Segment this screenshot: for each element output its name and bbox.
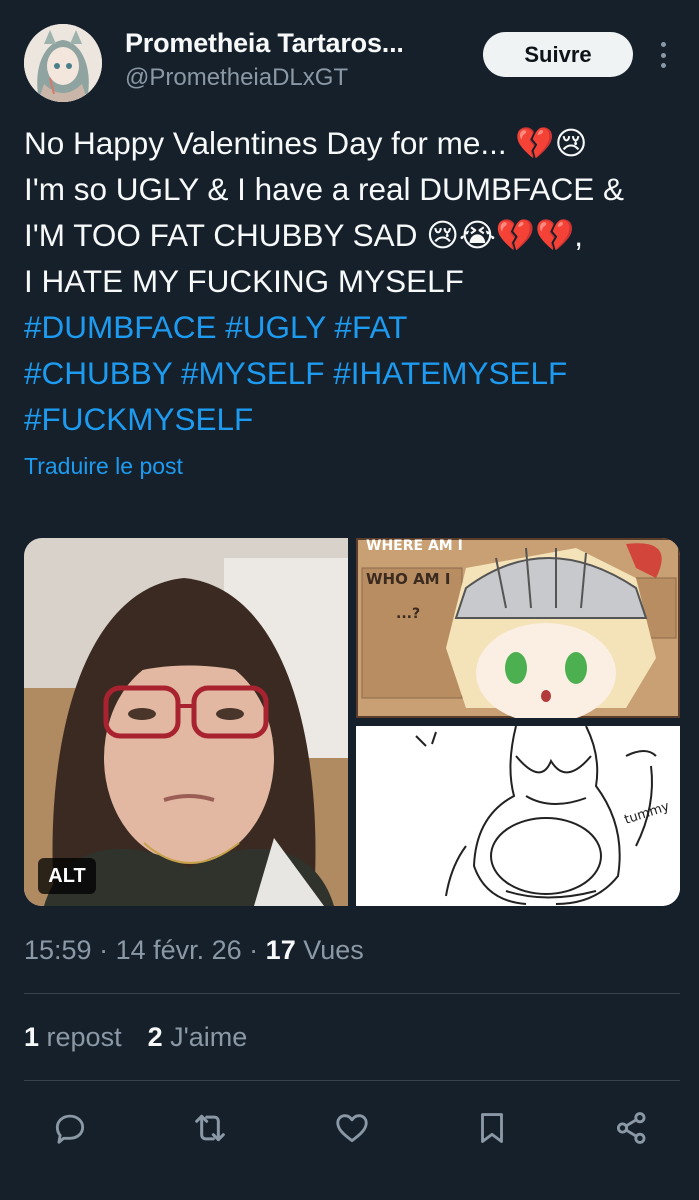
translate-post-link[interactable]: Traduire le post xyxy=(24,453,183,480)
media-photo-selfie[interactable]: ALT xyxy=(24,538,348,906)
more-vertical-icon[interactable] xyxy=(650,38,676,72)
tweet-text-line: No Happy Valentines Day for me... 💔😢 xyxy=(24,125,588,161)
comic-text-low: ...? xyxy=(396,606,420,622)
divider xyxy=(24,1080,680,1081)
likes-label: J'aime xyxy=(162,1022,248,1052)
user-handle[interactable]: @PrometheiaDLxGT xyxy=(125,64,348,92)
tweet-meta: 15:59 · 14 févr. 26 · 17 Vues xyxy=(24,935,364,966)
share-icon[interactable] xyxy=(612,1108,652,1148)
avatar[interactable] xyxy=(24,24,102,102)
hashtag-line[interactable]: #DUMBFACE #UGLY #FAT xyxy=(24,304,684,350)
tweet-stats: 1 repost 2 J'aime xyxy=(24,1022,247,1053)
action-bar xyxy=(0,1100,699,1160)
tweet-text: No Happy Valentines Day for me... 💔😢 I'm… xyxy=(24,120,684,442)
bookmark-icon[interactable] xyxy=(472,1108,512,1148)
heart-icon[interactable] xyxy=(332,1108,372,1148)
comic-text-top: WHERE AM I xyxy=(366,538,463,554)
views-count: 17 xyxy=(265,935,296,965)
divider xyxy=(24,993,680,994)
tweet-header: Prometheia Tartaros... @PrometheiaDLxGT … xyxy=(0,0,699,110)
likes-count: 2 xyxy=(147,1022,163,1052)
tweet-text-line: I HATE MY FUCKING MYSELF xyxy=(24,263,464,299)
meta-separator: · xyxy=(241,935,266,965)
repost-icon[interactable] xyxy=(190,1108,230,1148)
display-name[interactable]: Prometheia Tartaros... xyxy=(125,28,404,59)
alt-badge[interactable]: ALT xyxy=(38,858,96,894)
tweet-text-line: I'm so UGLY & I have a real DUMBFACE & xyxy=(24,171,625,207)
media-comic-panel[interactable]: WHERE AM I WHO AM I ...? xyxy=(356,538,680,718)
reposts-count: 1 xyxy=(24,1022,40,1052)
follow-button[interactable]: Suivre xyxy=(483,32,633,77)
media-grid: ALT WHERE AM I WHO AM I ...? tummy xyxy=(24,538,680,906)
comic-text-mid: WHO AM I xyxy=(366,570,450,588)
reply-icon[interactable] xyxy=(50,1108,90,1148)
reposts-label: repost xyxy=(39,1022,122,1052)
tweet-text-line: I'M TOO FAT CHUBBY SAD 😢😭💔💔, xyxy=(24,217,584,253)
media-sketch[interactable]: tummy xyxy=(356,726,680,906)
hashtag-line[interactable]: #FUCKMYSELF xyxy=(24,396,684,442)
likes-stat[interactable]: 2 J'aime xyxy=(148,1022,248,1052)
views-label: Vues xyxy=(295,935,364,965)
hashtag-line[interactable]: #CHUBBY #MYSELF #IHATEMYSELF xyxy=(24,350,684,396)
tweet-time[interactable]: 15:59 xyxy=(24,935,92,965)
reposts-stat[interactable]: 1 repost xyxy=(24,1022,122,1052)
tweet-date[interactable]: 14 févr. 26 xyxy=(116,935,242,965)
meta-separator: · xyxy=(91,935,116,965)
